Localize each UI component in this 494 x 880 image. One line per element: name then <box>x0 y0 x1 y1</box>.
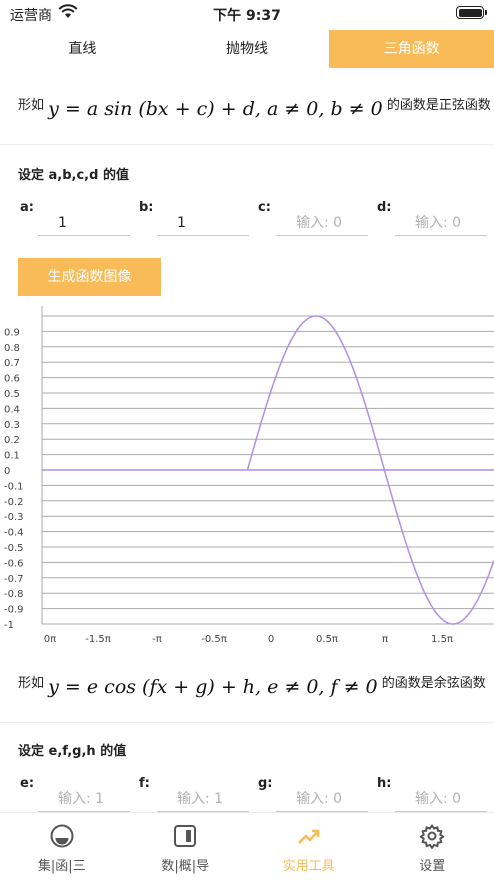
param-b: b: <box>139 200 257 244</box>
y-tick-label: -0.1 <box>4 481 24 492</box>
nav-sets-functions-trig[interactable]: 集|函|三 <box>0 813 124 880</box>
param-d-input[interactable] <box>395 210 487 236</box>
param-e-label: e: <box>20 776 35 791</box>
param-c-label: c: <box>258 200 271 215</box>
y-tick-label: -0.6 <box>4 558 24 569</box>
x-tick-label: 0.5π <box>316 634 338 645</box>
function-chart: 0.9 0.8 0.7 0.6 0.5 0.4 0.3 0.2 0.1 0 -0.1 -0.2 -0.3… <box>0 306 494 648</box>
param-d-label: d: <box>377 200 392 215</box>
tab-trig-functions[interactable]: 三角函数 <box>329 30 494 68</box>
formula-prefix: 形如 <box>18 98 45 113</box>
nav-label: 数|概|导 <box>161 859 210 874</box>
y-tick-label: 0.9 <box>4 327 20 338</box>
param-h-input[interactable] <box>395 786 487 812</box>
y-tick-label: -0.7 <box>4 574 24 585</box>
x-tick-label: π <box>382 634 388 645</box>
param-b-label: b: <box>139 200 154 215</box>
tab-line[interactable]: 直线 <box>0 30 165 68</box>
chart-svg: 0.9 0.8 0.7 0.6 0.5 0.4 0.3 0.2 0.1 0 -0.1 -0.2 -0.3… <box>4 306 494 645</box>
y-tick-label: 0.3 <box>4 420 20 431</box>
cosine-param-label: 设定 e,f,g,h 的值 <box>18 744 127 759</box>
nav-numbers-probability-derivative[interactable]: 数|概|导 <box>124 813 248 880</box>
y-tick-label: 0 <box>4 466 10 477</box>
y-tick-label: -0.3 <box>4 512 24 523</box>
status-bar: 运营商 下午 9:37 <box>0 0 494 26</box>
y-tick-label: -1 <box>4 620 14 631</box>
param-f-input[interactable] <box>157 786 249 812</box>
circle-half-icon <box>50 824 74 848</box>
y-tick-label: 0.8 <box>4 343 20 354</box>
cosine-formula-math: y = e cos (fx + g) + h, e ≠ 0, f ≠ 0 <box>48 676 378 698</box>
trend-icon <box>297 829 319 844</box>
divider <box>0 722 494 723</box>
param-h-label: h: <box>377 776 392 791</box>
bottom-nav: 集|函|三 数|概|导 实用工具 设置 <box>0 812 494 880</box>
y-tick-label: -0.5 <box>4 543 24 554</box>
cosine-formula: 形如 y = e cos (fx + g) + h, e ≠ 0, f ≠ 0 … <box>18 672 486 698</box>
nav-label: 设置 <box>419 859 446 874</box>
param-d: d: <box>377 200 494 244</box>
x-tick-label: 0 <box>268 634 274 645</box>
x-tick-label: -π <box>152 634 162 645</box>
generate-graph-button[interactable]: 生成函数图像 <box>18 258 161 296</box>
panel-icon <box>174 825 197 847</box>
x-tick-label: -1.5π <box>85 634 111 645</box>
gear-icon <box>420 824 445 849</box>
x-tick-label: -0.5π <box>201 634 227 645</box>
param-a: a: <box>20 200 138 244</box>
y-tick-label: 0.7 <box>4 358 20 369</box>
param-c-input[interactable] <box>276 210 368 236</box>
sine-param-label: 设定 a,b,c,d 的值 <box>18 168 129 183</box>
param-g-label: g: <box>258 776 273 791</box>
nav-settings[interactable]: 设置 <box>371 813 494 880</box>
y-tick-label: 0.4 <box>4 404 20 415</box>
param-g-input[interactable] <box>276 786 368 812</box>
y-tick-label: -0.8 <box>4 589 24 600</box>
y-tick-label: 0.5 <box>4 389 20 400</box>
nav-label: 实用工具 <box>282 859 335 874</box>
sine-formula-math: y = a sin (bx + c) + d, a ≠ 0, b ≠ 0 <box>48 98 383 120</box>
formula-suffix: 的函数是正弦函数 <box>386 98 491 113</box>
param-b-input[interactable] <box>157 210 249 236</box>
x-tick-label: 0π <box>44 634 56 645</box>
nav-label: 集|函|三 <box>37 859 86 874</box>
y-tick-label: 0.2 <box>4 435 20 446</box>
y-tick-label: -0.2 <box>4 497 24 508</box>
divider <box>0 144 494 145</box>
y-tick-label: 0.1 <box>4 451 20 462</box>
param-a-label: a: <box>20 200 34 215</box>
y-tick-label: -0.9 <box>4 605 24 616</box>
tab-parabola[interactable]: 抛物线 <box>165 30 330 68</box>
y-tick-label: -0.4 <box>4 528 24 539</box>
nav-utilities[interactable]: 实用工具 <box>247 813 371 880</box>
x-tick-label: 1.5π <box>431 634 453 645</box>
param-e-input[interactable] <box>38 786 130 812</box>
battery-icon <box>456 6 487 19</box>
formula-prefix: 形如 <box>18 676 45 691</box>
param-f-label: f: <box>139 776 150 791</box>
top-tabs: 直线 抛物线 三角函数 <box>0 30 494 68</box>
y-tick-label: 0.6 <box>4 374 20 385</box>
param-a-input[interactable] <box>38 210 130 236</box>
clock: 下午 9:37 <box>213 8 281 24</box>
formula-suffix: 的函数是余弦函数 <box>381 676 486 691</box>
sine-formula: 形如 y = a sin (bx + c) + d, a ≠ 0, b ≠ 0 … <box>18 94 491 120</box>
param-c: c: <box>258 200 376 244</box>
